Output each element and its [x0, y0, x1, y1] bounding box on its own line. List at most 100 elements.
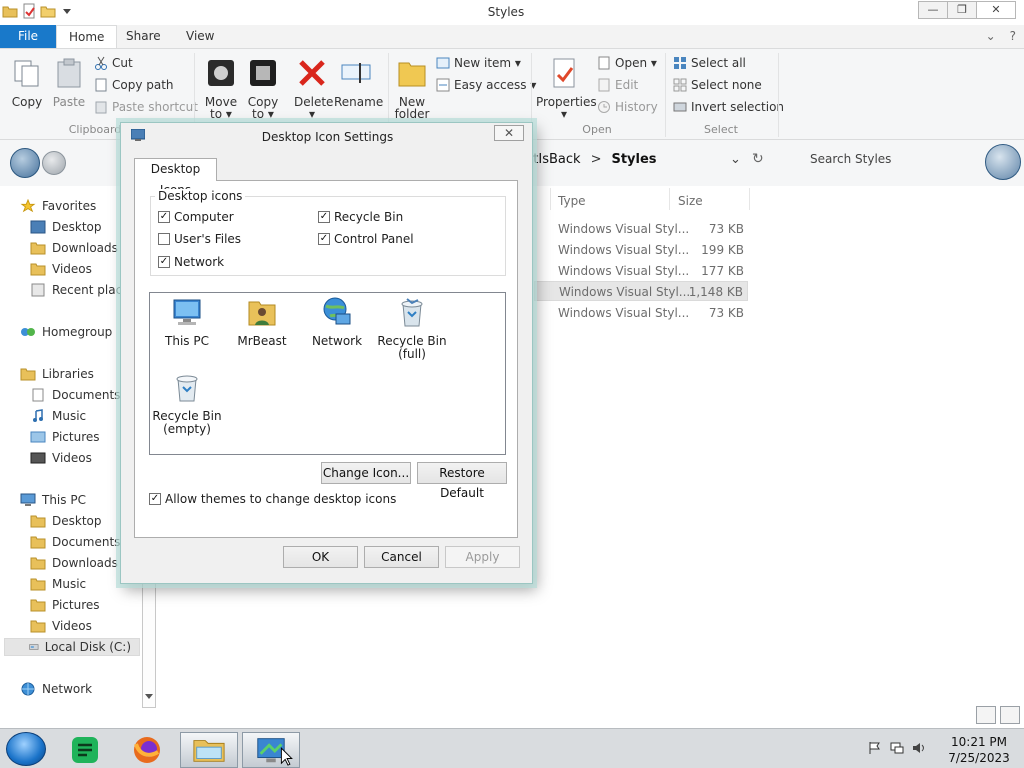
- nav-videos[interactable]: Videos: [30, 262, 92, 276]
- back-button[interactable]: [10, 148, 40, 178]
- star-icon[interactable]: [985, 144, 1021, 180]
- tab-share[interactable]: Share: [114, 25, 173, 48]
- cut-button[interactable]: Cut: [94, 56, 133, 70]
- refresh-icon[interactable]: ↻: [752, 151, 764, 167]
- maximize-button[interactable]: ❐: [947, 1, 977, 19]
- nav-desktop[interactable]: Desktop: [30, 220, 102, 234]
- file-row[interactable]: Windows Visual Styl... 177 KB: [534, 261, 748, 281]
- forward-button[interactable]: [42, 151, 66, 175]
- copy-button[interactable]: Copy: [10, 57, 44, 108]
- help-icon[interactable]: ?: [1010, 29, 1016, 43]
- nav-lib-music[interactable]: Music: [30, 409, 86, 423]
- ok-button[interactable]: OK: [283, 546, 358, 568]
- nav-lib-videos[interactable]: Videos: [30, 451, 92, 465]
- file-row[interactable]: Windows Visual Styl... 73 KB: [534, 303, 748, 323]
- nav-pc-pictures[interactable]: Pictures: [30, 598, 100, 612]
- copy-path-button[interactable]: Copy path: [94, 78, 174, 92]
- file-explorer-icon[interactable]: [180, 732, 238, 768]
- paste-button[interactable]: Paste: [52, 57, 86, 108]
- nav-this-pc[interactable]: This PC: [20, 493, 86, 507]
- nav-homegroup[interactable]: Homegroup: [20, 325, 112, 339]
- icon-recycle-bin-empty[interactable]: Recycle Bin (empty): [149, 371, 225, 436]
- nav-pc-videos[interactable]: Videos: [30, 619, 92, 633]
- paste-shortcut-button[interactable]: Paste shortcut: [94, 100, 198, 114]
- new-folder-button[interactable]: New folder: [394, 57, 430, 120]
- tab-view[interactable]: View: [174, 25, 226, 48]
- nav-pc-desktop[interactable]: Desktop: [30, 514, 102, 528]
- rename-button[interactable]: Rename: [334, 57, 383, 108]
- folder-icon: [30, 557, 46, 570]
- column-header-type[interactable]: Type: [558, 194, 586, 208]
- allow-themes-checkbox[interactable]: ✓ Allow themes to change desktop icons: [149, 492, 396, 506]
- easy-access-button[interactable]: Easy access ▾: [436, 78, 536, 92]
- recycle-bin-full-icon: [401, 298, 423, 327]
- network-tray-icon[interactable]: [890, 741, 904, 755]
- users-files-checkbox[interactable]: User's Files: [158, 232, 241, 246]
- tab-home[interactable]: Home: [56, 25, 118, 48]
- file-row[interactable]: Windows Visual Styl... 199 KB: [534, 240, 748, 260]
- breadcrumb-chevron-icon[interactable]: >: [591, 152, 602, 167]
- move-to-button[interactable]: Move to ▾: [204, 57, 238, 120]
- nav-lib-documents[interactable]: Documents: [30, 388, 120, 402]
- apply-button[interactable]: Apply: [445, 546, 520, 568]
- select-all-button[interactable]: Select all: [673, 56, 746, 70]
- change-icon-button[interactable]: Change Icon...: [321, 462, 411, 484]
- flag-icon[interactable]: [868, 741, 882, 755]
- new-folder-label-2: folder: [394, 107, 430, 121]
- icon-recycle-bin-full[interactable]: Recycle Bin (full): [374, 296, 450, 361]
- tab-desktop-icons[interactable]: Desktop Icons: [134, 158, 217, 197]
- properties-button[interactable]: Properties ▾: [536, 57, 597, 120]
- notes-app-icon[interactable]: [56, 732, 114, 768]
- restore-default-button[interactable]: Restore Default: [417, 462, 507, 500]
- nav-pc-downloads[interactable]: Downloads: [30, 556, 118, 570]
- firefox-icon[interactable]: [118, 732, 176, 768]
- minimize-button[interactable]: —: [918, 1, 948, 19]
- nav-libraries[interactable]: Libraries: [20, 367, 94, 381]
- file-size: 73 KB: [708, 222, 744, 236]
- invert-selection-button[interactable]: Invert selection: [673, 100, 784, 114]
- nav-favorites[interactable]: Favorites: [20, 199, 96, 213]
- nav-downloads[interactable]: Downloads: [30, 241, 118, 255]
- close-button[interactable]: ✕: [976, 1, 1016, 19]
- search-input[interactable]: Search Styles: [810, 152, 891, 166]
- start-orb-icon[interactable]: [6, 732, 46, 766]
- open-button[interactable]: Open ▾: [597, 56, 657, 70]
- nav-pc-documents[interactable]: Documents: [30, 535, 120, 549]
- clock[interactable]: 10:21 PM 7/25/2023: [944, 734, 1014, 766]
- file-row[interactable]: Windows Visual Styl... 73 KB: [534, 219, 748, 239]
- scroll-down-icon[interactable]: [144, 692, 154, 700]
- icon-user-files[interactable]: MrBeast: [224, 296, 300, 348]
- icon-this-pc[interactable]: This PC: [149, 296, 225, 348]
- collapse-ribbon-icon[interactable]: ⌄: [986, 29, 996, 43]
- edit-button[interactable]: Edit: [597, 78, 638, 92]
- cancel-button[interactable]: Cancel: [364, 546, 439, 568]
- column-separator[interactable]: [749, 188, 750, 210]
- control-panel-checkbox[interactable]: ✓ Control Panel: [318, 232, 414, 246]
- column-separator[interactable]: [669, 188, 670, 210]
- network-checkbox[interactable]: ✓ Network: [158, 255, 224, 269]
- nav-network[interactable]: Network: [20, 682, 92, 696]
- tab-file[interactable]: File: [0, 25, 56, 48]
- history-button[interactable]: History: [597, 100, 658, 114]
- column-separator[interactable]: [550, 188, 551, 210]
- desktop-icon-settings-taskbar-icon[interactable]: [242, 732, 300, 768]
- nav-local-disk[interactable]: Local Disk (C:): [4, 638, 140, 656]
- large-icons-view-icon[interactable]: [1000, 706, 1020, 724]
- column-header-size[interactable]: Size: [678, 194, 703, 208]
- new-item-button[interactable]: New item ▾: [436, 56, 521, 70]
- computer-checkbox[interactable]: ✓ Computer: [158, 210, 234, 224]
- delete-button[interactable]: Delete ▾: [294, 57, 333, 120]
- select-none-button[interactable]: Select none: [673, 78, 762, 92]
- nav-lib-pictures[interactable]: Pictures: [30, 430, 100, 444]
- address-dropdown-icon[interactable]: ⌄: [730, 152, 741, 167]
- nav-pc-music[interactable]: Music: [30, 577, 86, 591]
- nav-label: Desktop: [52, 220, 102, 234]
- volume-icon[interactable]: [912, 741, 926, 755]
- icon-network[interactable]: Network: [299, 296, 375, 348]
- dialog-close-button[interactable]: ✕: [494, 125, 524, 141]
- file-row-selected[interactable]: Windows Visual Styl... 1,148 KB: [534, 281, 748, 301]
- breadcrumb-item-current[interactable]: Styles: [611, 152, 656, 167]
- recycle-bin-checkbox[interactable]: ✓ Recycle Bin: [318, 210, 403, 224]
- details-view-icon[interactable]: [976, 706, 996, 724]
- copy-to-button[interactable]: Copy to ▾: [246, 57, 280, 120]
